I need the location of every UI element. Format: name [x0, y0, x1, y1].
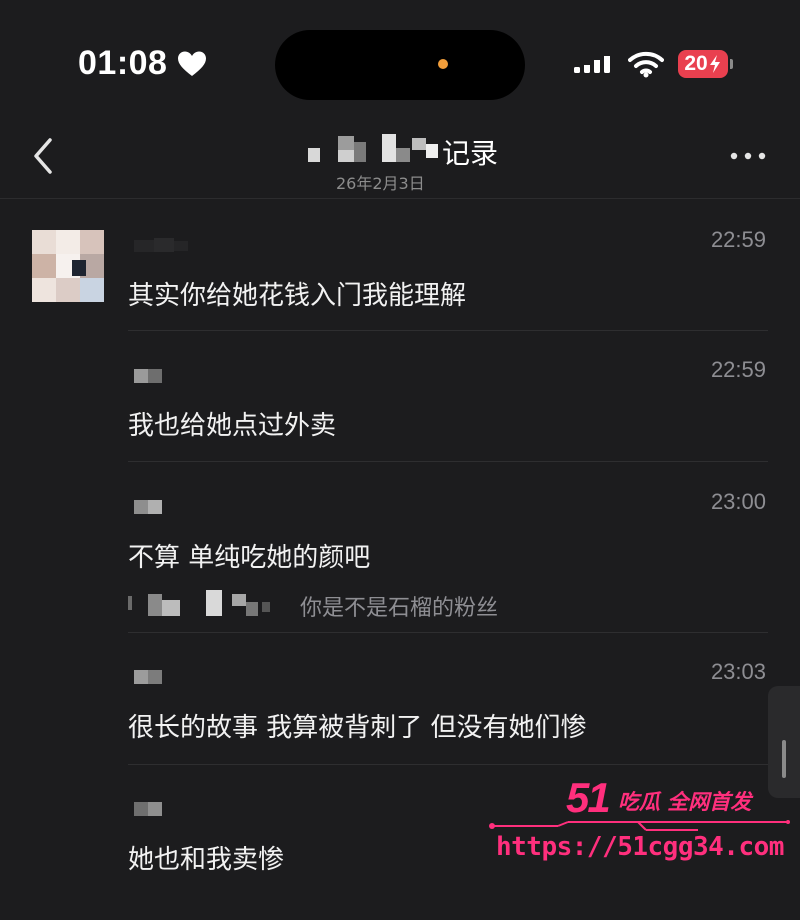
message-divider [128, 330, 768, 331]
more-button[interactable] [728, 146, 768, 166]
message-text[interactable]: 不算 单纯吃她的颜吧 [128, 537, 370, 574]
redacted-title-mosaic [308, 134, 438, 162]
battery-level: 20 [684, 52, 708, 75]
watermark-url: https://51cgg34.com [496, 832, 784, 862]
message-text[interactable]: 其实你给她花钱入门我能理解 [128, 275, 466, 312]
message-divider [128, 632, 768, 633]
battery-indicator: 20 [678, 50, 733, 78]
wifi-icon [628, 51, 664, 78]
message-divider [128, 764, 768, 765]
chevron-left-icon [34, 138, 52, 174]
nav-bar: 记录 26年2月3日 [0, 120, 800, 198]
charging-icon [709, 55, 720, 73]
status-icons: 20 [572, 50, 733, 78]
message-text[interactable]: 我也给她点过外卖 [128, 405, 336, 442]
dynamic-island [275, 30, 525, 100]
avatar[interactable] [32, 230, 104, 302]
watermark: 51 吃瓜 全网首发 https://51cgg34.com [488, 772, 794, 876]
status-time: 01:08 [78, 44, 168, 82]
message-time: 23:00 [710, 489, 766, 514]
avatar-mosaic [32, 230, 104, 302]
battery-cap [730, 59, 733, 69]
redacted-sender-name [134, 369, 162, 383]
message-time: 22:59 [710, 227, 766, 252]
redacted-sender-name [134, 500, 162, 514]
watermark-circuit-line [489, 820, 790, 831]
nav-title: 记录 [442, 137, 499, 170]
message-time: 22:59 [710, 357, 766, 382]
redacted-sender-name [134, 238, 188, 252]
privacy-indicator [438, 59, 448, 69]
redacted-quoted-sender [128, 590, 270, 616]
nav-subtitle-date: 26年2月3日 [336, 174, 425, 193]
watermark-brand-text: 吃瓜 全网首发 [618, 790, 752, 814]
message-text[interactable]: 她也和我卖惨 [128, 839, 284, 876]
redacted-sender-name [134, 670, 162, 684]
nav-title-group: 记录 26年2月3日 [300, 128, 520, 193]
status-bar: 01:08 20 [0, 0, 800, 120]
more-dots-icon [730, 152, 766, 160]
quoted-reply[interactable]: 你是不是石榴的粉丝 [128, 589, 498, 623]
redacted-sender-name [134, 802, 162, 816]
message-time: 23:03 [710, 659, 766, 684]
heart-icon [178, 51, 207, 76]
quoted-text: 你是不是石榴的粉丝 [300, 596, 499, 621]
message-text[interactable]: 很长的故事 我算被背刺了 但没有她们惨 [128, 707, 587, 744]
watermark-logo-number: 51 [566, 774, 611, 821]
signal-icon [574, 52, 610, 73]
clock-group: 01:08 [78, 44, 207, 83]
back-button[interactable] [24, 134, 64, 178]
message-divider [128, 461, 768, 462]
